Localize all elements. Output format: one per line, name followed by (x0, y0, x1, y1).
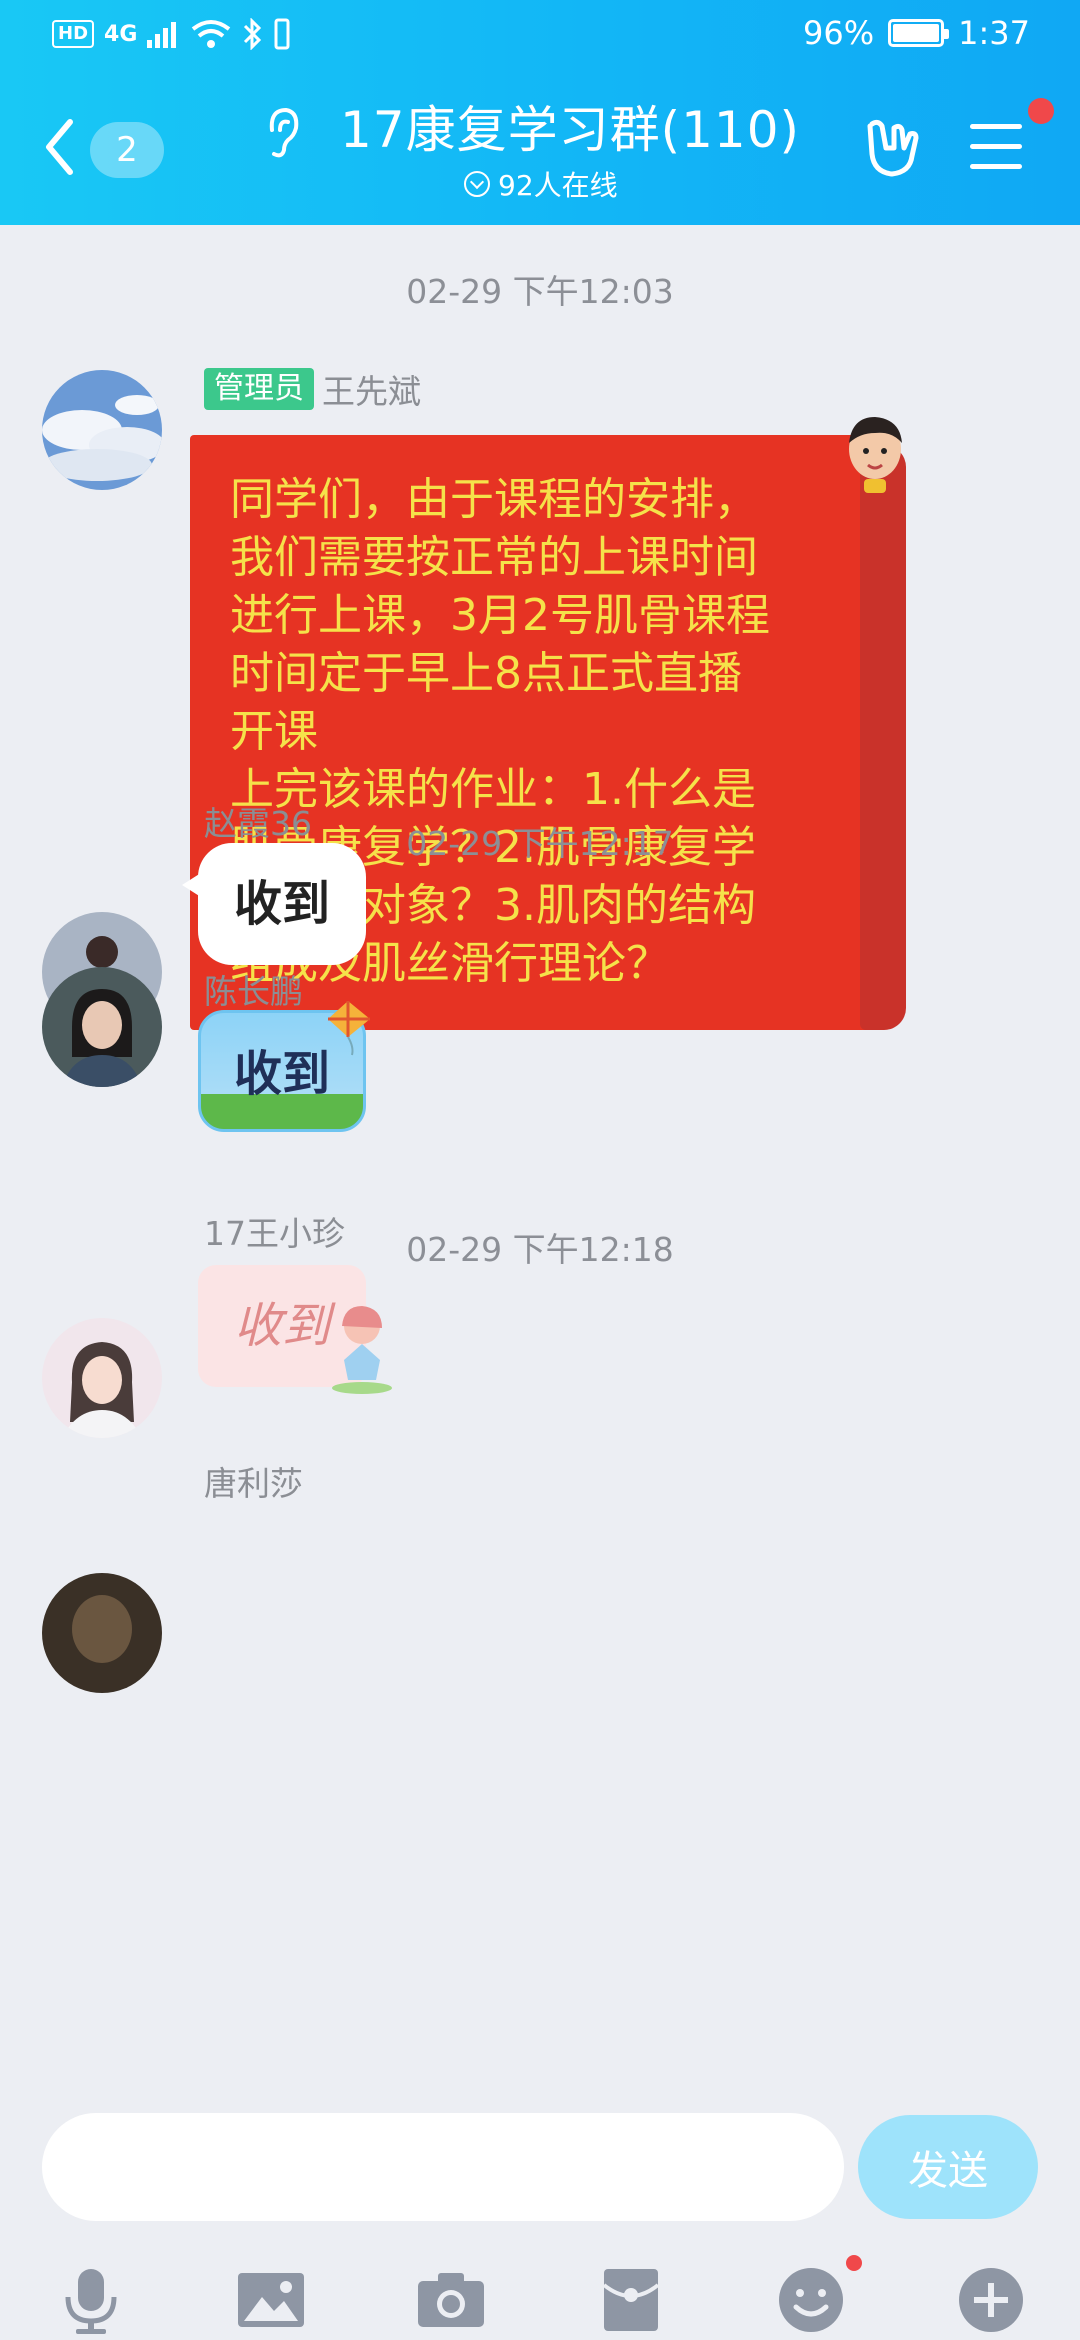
hand-gesture-icon[interactable] (858, 118, 920, 180)
vibrate-icon (274, 18, 290, 50)
plus-icon[interactable] (956, 2265, 1026, 2335)
chat-header: HD 4G 96% 1:37 2 17康复学习群(110) 92人在线 (0, 0, 1080, 225)
signal-icon (147, 22, 177, 48)
battery-icon (888, 19, 950, 47)
admin-badge: 管理员 (204, 368, 314, 410)
back-chevron-icon[interactable] (44, 118, 74, 176)
girl-sticker-icon (332, 1306, 392, 1394)
status-bar: HD 4G 96% 1:37 (0, 0, 1080, 75)
bluetooth-icon (244, 18, 262, 50)
message-list[interactable]: 02-29 下午12:03 管理员 王先斌 同学们，由于课程的安排， 我们需要按… (0, 225, 1080, 2085)
timestamp: 02-29 下午12:03 (406, 272, 674, 311)
status-left: HD 4G (52, 18, 291, 50)
menu-icon[interactable] (970, 124, 1022, 172)
sender-row: 赵霞36 (204, 797, 312, 845)
sender-row: 陈长鹏 (204, 965, 303, 1013)
status-right: 96% 1:37 (803, 14, 1030, 52)
kite-icon (328, 1001, 370, 1056)
avatar[interactable] (42, 370, 162, 490)
wifi-icon (192, 20, 231, 48)
timestamp: 02-29 下午12:18 (406, 1230, 674, 1269)
chevron-down-icon (464, 171, 490, 197)
input-toolbar (0, 2245, 1080, 2340)
group-title: 17康复学习群(110) (339, 101, 801, 159)
send-button[interactable]: 发送 (858, 2115, 1038, 2219)
network-label: 4G (104, 21, 138, 47)
hd-indicator: HD (52, 20, 95, 48)
menu-notification-dot (1028, 98, 1054, 124)
online-status[interactable]: 92人在线 (464, 164, 618, 204)
sender-row: 管理员 王先斌 (204, 365, 421, 413)
avatar-pendant-sticker (849, 417, 902, 493)
sender-row: 唐利莎 (204, 1457, 303, 1505)
microphone-icon[interactable] (56, 2265, 126, 2335)
sender-name: 王先斌 (322, 372, 421, 411)
avatar[interactable] (42, 1573, 162, 1693)
message-text: 收到 (233, 1046, 330, 1102)
emoji-icon[interactable] (776, 2265, 846, 2335)
timestamp: 02-29 下午12:17 (406, 824, 674, 863)
sender-name: 赵霞36 (204, 804, 312, 843)
message-text: 收到 (233, 1298, 330, 1354)
avatar[interactable] (42, 1318, 162, 1438)
input-area: 发送 (0, 2085, 1080, 2340)
battery-percent: 96% (803, 14, 875, 52)
title-area[interactable]: 17康复学习群(110) (260, 98, 820, 162)
sender-row: 17王小珍 (204, 1207, 345, 1255)
emoji-notification-dot (846, 2255, 862, 2271)
sender-name: 唐利莎 (204, 1464, 303, 1503)
sender-name: 17王小珍 (204, 1214, 345, 1253)
message-text: 收到 (233, 876, 330, 932)
message-bubble[interactable]: 收到 (182, 843, 366, 965)
image-icon[interactable] (236, 2265, 306, 2335)
camera-icon[interactable] (416, 2265, 486, 2335)
red-packet-icon[interactable] (596, 2265, 666, 2335)
clock: 1:37 (958, 14, 1030, 52)
message-input[interactable] (42, 2113, 844, 2221)
avatar[interactable] (42, 967, 162, 1087)
unread-count-badge[interactable]: 2 (90, 122, 164, 178)
sender-name: 陈长鹏 (204, 972, 303, 1011)
online-count: 92人在线 (498, 169, 618, 202)
